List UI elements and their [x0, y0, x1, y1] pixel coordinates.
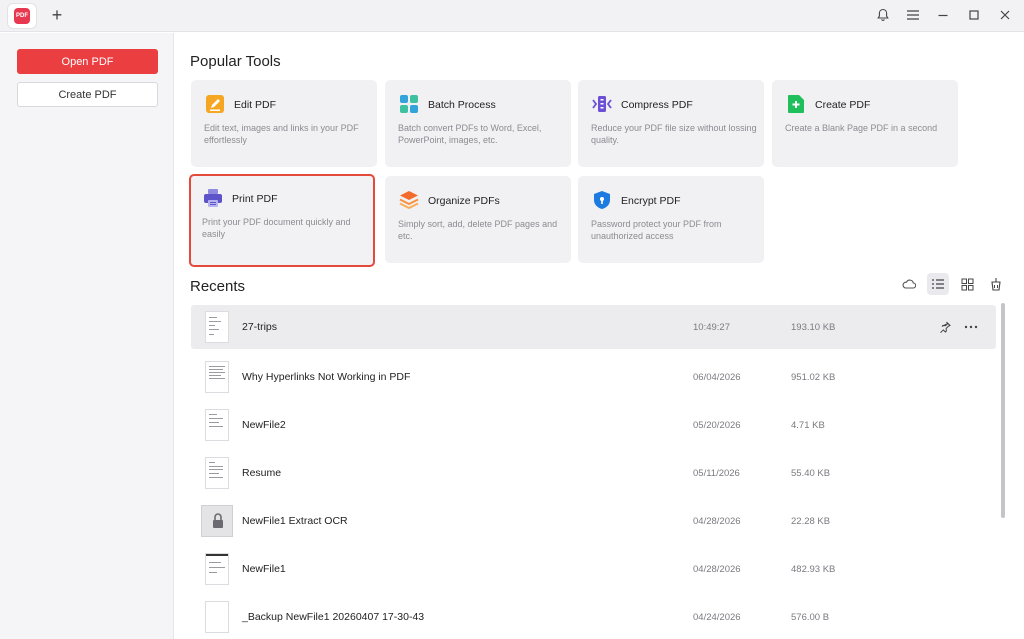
recent-file-row[interactable]: NewFile1 04/28/2026 482.93 KB [191, 547, 996, 591]
file-name: Resume [242, 467, 282, 479]
file-name: _Backup NewFile1 20260407 17-30-43 [242, 611, 425, 623]
pin-button[interactable] [936, 318, 954, 336]
file-thumbnail [205, 311, 229, 343]
tool-card-encrypt-pdf[interactable]: Encrypt PDF Password protect your PDF fr… [578, 176, 764, 263]
list-view-icon [932, 279, 944, 289]
file-size: 482.93 KB [791, 564, 836, 575]
list-view-button[interactable] [927, 273, 949, 295]
tool-description: Create a Blank Page PDF in a second [785, 123, 938, 133]
lock-icon [213, 513, 223, 528]
file-thumbnail [205, 457, 229, 489]
tool-description: Batch convert PDFs to Word, Excel, Power… [398, 123, 542, 145]
tool-description: Reduce your PDF file size without lossin… [591, 123, 757, 145]
file-size: 22.28 KB [791, 516, 831, 527]
file-date: 10:49:27 [693, 322, 730, 333]
create-icon [788, 95, 804, 113]
file-date: 04/24/2026 [693, 612, 741, 623]
file-name: NewFile1 Extract OCR [242, 515, 348, 527]
tool-card-create-pdf[interactable]: Create PDF Create a Blank Page PDF in a … [772, 80, 958, 167]
sidebar: Open PDF Create PDF [0, 33, 174, 639]
tool-name: Edit PDF [234, 99, 277, 111]
close-button[interactable] [994, 4, 1016, 26]
tool-card-compress-pdf[interactable]: Compress PDF Reduce your PDF file size w… [578, 80, 764, 167]
tool-card-edit-pdf[interactable]: Edit PDF Edit text, images and links in … [191, 80, 377, 167]
file-thumbnail [201, 505, 233, 537]
file-thumbnail [205, 601, 229, 633]
tool-description: Password protect your PDF from unauthori… [591, 219, 722, 241]
more-options-button[interactable] [962, 318, 980, 336]
file-thumbnail [205, 409, 229, 441]
recent-file-row[interactable]: NewFile1 Extract OCR 04/28/2026 22.28 KB [191, 499, 996, 543]
tool-name: Compress PDF [621, 99, 693, 111]
clear-recents-button[interactable] [985, 273, 1007, 295]
minimize-button[interactable] [932, 4, 954, 26]
popular-tools-title: Popular Tools [190, 53, 281, 70]
clear-icon [991, 278, 1001, 291]
tool-card-organize-pdfs[interactable]: Organize PDFs Simply sort, add, delete P… [385, 176, 571, 263]
print-icon [204, 189, 222, 207]
file-name: 27-trips [242, 321, 278, 333]
tool-name: Create PDF [815, 99, 871, 111]
tool-name: Print PDF [232, 193, 278, 205]
cloud-icon [902, 279, 916, 289]
create-pdf-button[interactable]: Create PDF [17, 82, 158, 107]
tool-card-print-pdf[interactable]: Print PDF Print your PDF document quickl… [189, 174, 375, 267]
notification-button[interactable] [872, 4, 894, 26]
recent-file-row[interactable]: NewFile2 05/20/2026 4.71 KB [191, 403, 996, 447]
recents-scrollbar[interactable] [1001, 303, 1005, 518]
maximize-icon [969, 10, 979, 20]
edit-icon [206, 95, 224, 113]
file-name: NewFile2 [242, 419, 286, 431]
menu-button[interactable] [902, 4, 924, 26]
cloud-button[interactable] [898, 273, 920, 295]
file-thumbnail [205, 553, 229, 585]
recent-file-row[interactable]: Resume 05/11/2026 55.40 KB [191, 451, 996, 495]
file-size: 951.02 KB [791, 372, 836, 383]
tool-name: Batch Process [428, 99, 496, 111]
file-size: 193.10 KB [791, 322, 836, 333]
file-size: 4.71 KB [791, 420, 825, 431]
file-date: 05/20/2026 [693, 420, 741, 431]
tool-name: Encrypt PDF [621, 195, 681, 207]
tool-card-batch-process[interactable]: Batch Process Batch convert PDFs to Word… [385, 80, 571, 167]
open-pdf-button[interactable]: Open PDF [17, 49, 158, 74]
compress-icon [592, 96, 612, 112]
minimize-icon [938, 14, 948, 17]
app-logo-icon: PDF [14, 8, 30, 24]
file-date: 04/28/2026 [693, 564, 741, 575]
file-size: 576.00 B [791, 612, 830, 623]
pin-icon [940, 321, 951, 333]
tool-name: Organize PDFs [428, 195, 500, 207]
batch-icon [400, 95, 418, 113]
grid-view-icon [961, 278, 973, 290]
file-date: 04/28/2026 [693, 516, 741, 527]
recent-file-row[interactable]: 27-trips 10:49:27 193.10 KB [191, 305, 996, 349]
maximize-button[interactable] [963, 4, 985, 26]
recent-file-row[interactable]: Why Hyperlinks Not Working in PDF 06/04/… [191, 355, 996, 399]
main-content: Popular Tools Edit PDF Edit text, images… [175, 33, 1024, 639]
file-thumbnail [205, 361, 229, 393]
tool-description: Print your PDF document quickly and easi… [202, 217, 351, 239]
file-date: 05/11/2026 [693, 468, 740, 479]
encrypt-icon [594, 191, 610, 209]
app-logo-text: PDF [16, 13, 28, 19]
file-name: Why Hyperlinks Not Working in PDF [242, 371, 411, 383]
organize-icon [399, 191, 419, 210]
recents-title: Recents [190, 278, 246, 295]
bell-icon [877, 8, 889, 21]
file-date: 06/04/2026 [693, 372, 741, 383]
new-tab-button[interactable]: + [48, 4, 66, 26]
tool-description: Edit text, images and links in your PDF … [204, 123, 359, 145]
more-options-icon [964, 325, 978, 329]
file-name: NewFile1 [242, 563, 286, 575]
app-tab[interactable]: PDF [8, 4, 36, 28]
recent-file-row[interactable]: _Backup NewFile1 20260407 17-30-43 04/24… [191, 595, 996, 639]
grid-view-button[interactable] [956, 273, 978, 295]
tool-description: Simply sort, add, delete PDF pages and e… [398, 219, 558, 241]
menu-icon [907, 10, 919, 20]
close-icon [1000, 10, 1010, 20]
title-bar: PDF + [0, 0, 1024, 32]
file-size: 55.40 KB [791, 468, 831, 479]
